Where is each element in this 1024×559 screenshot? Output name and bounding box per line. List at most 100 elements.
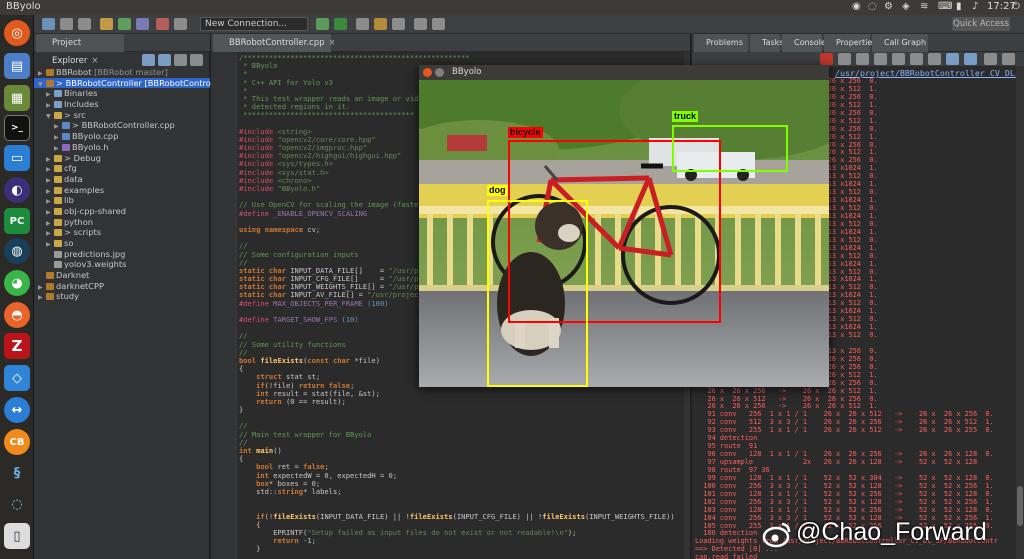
filezilla-icon[interactable]: Z: [4, 333, 30, 359]
open-console-icon[interactable]: [964, 53, 977, 65]
debug-icon[interactable]: [136, 18, 149, 30]
run-icon[interactable]: [118, 18, 131, 30]
launch-run-icon[interactable]: [316, 18, 329, 30]
dropbox-icon[interactable]: ◇: [4, 365, 30, 391]
wifi-icon[interactable]: ≋: [920, 1, 928, 12]
terminate-icon[interactable]: [820, 53, 833, 65]
link-icon[interactable]: [174, 18, 187, 30]
tree-item[interactable]: ▶ obj-cpp-shared: [34, 206, 210, 217]
bbyolo-window[interactable]: BByolo bicycle truck dog: [419, 65, 829, 387]
tab-tasks[interactable]: Tasks: [750, 34, 783, 52]
document-viewer-icon[interactable]: ▯: [4, 523, 30, 549]
bookmark-icon[interactable]: [392, 18, 405, 30]
forward-icon[interactable]: [432, 18, 445, 30]
teamviewer-icon[interactable]: ↔: [4, 397, 30, 423]
codeblocks-icon[interactable]: CB: [4, 429, 30, 455]
system-monitor-icon[interactable]: ▦: [4, 85, 30, 111]
tree-item[interactable]: predictions.jpg: [34, 249, 210, 260]
tree-item[interactable]: Darknet: [34, 270, 210, 281]
pin-console-icon[interactable]: [928, 53, 941, 65]
tree-item[interactable]: ▶ lib: [34, 195, 210, 206]
terminal-icon[interactable]: >_: [4, 115, 30, 141]
clear-console-icon[interactable]: [874, 53, 887, 65]
tree-item[interactable]: ▶ study: [34, 291, 210, 302]
power-icon[interactable]: ⏻: [1012, 1, 1020, 12]
tree-item[interactable]: ▶ > Debug: [34, 153, 210, 164]
display-console-icon[interactable]: [946, 53, 959, 65]
settings-indicator-icon[interactable]: ⚙: [884, 1, 893, 12]
keyboard-indicator-icon[interactable]: ⌨: [938, 1, 952, 12]
battery-icon[interactable]: ▮: [956, 1, 962, 12]
bbyolo-title-bar[interactable]: BByolo: [419, 65, 829, 80]
console-scrollbar[interactable]: [1016, 66, 1024, 559]
tree-item[interactable]: ▶ > scripts: [34, 227, 210, 238]
network-tool-icon[interactable]: ◍: [4, 238, 30, 264]
view-menu-icon[interactable]: [174, 54, 187, 66]
tab-bbrobotcontroller-cpp[interactable]: BBRobotController.cpp ×: [213, 34, 336, 52]
wechat-icon[interactable]: ◕: [4, 270, 30, 296]
volume-icon[interactable]: ♪: [972, 1, 978, 12]
sync-indicator-icon[interactable]: ◌: [868, 1, 877, 12]
save-all-icon[interactable]: [78, 18, 91, 30]
scrollbar-thumb[interactable]: [1017, 486, 1023, 526]
tree-item[interactable]: ▶ Binaries: [34, 88, 210, 99]
tree-item[interactable]: ▼ > BBRobotController [BBRobotController_: [34, 77, 228, 89]
tree-item[interactable]: ▶ cfg: [34, 163, 210, 174]
eclipse-icon[interactable]: ◐: [4, 177, 30, 203]
tree-item[interactable]: ▼ > src: [34, 110, 210, 121]
files-icon[interactable]: ▤: [4, 53, 30, 79]
minimize-window-icon[interactable]: [435, 68, 444, 77]
code-line[interactable]: //: [239, 438, 689, 447]
firefox-icon[interactable]: ◓: [4, 302, 30, 328]
connection-select[interactable]: New Connection...: [200, 17, 308, 31]
tree-item[interactable]: yolov3.weights: [34, 259, 210, 270]
back-icon[interactable]: [414, 18, 427, 30]
tree-item[interactable]: ▶ BBRobot [BBRobot master]: [34, 67, 210, 78]
tree-item[interactable]: ▶ BByolo.h: [34, 142, 210, 153]
search-icon[interactable]: [356, 18, 369, 30]
chrome-indicator-icon[interactable]: ◉: [852, 1, 861, 12]
maximize-icon[interactable]: [1002, 53, 1015, 65]
code-line[interactable]: int main(): [239, 446, 689, 455]
save-icon[interactable]: [60, 18, 73, 30]
dropbox-indicator-icon[interactable]: ◈: [902, 1, 910, 12]
code-line[interactable]: }: [239, 405, 689, 414]
tab-console[interactable]: Console: [782, 34, 826, 52]
scroll-lock-icon[interactable]: [892, 53, 905, 65]
collapse-all-icon[interactable]: [142, 54, 155, 66]
code-line[interactable]: // Main test wrapper for BByolo: [239, 430, 689, 439]
collapsed-arrow-icon[interactable]: ▶: [38, 293, 46, 304]
remove-launch-icon[interactable]: [838, 53, 851, 65]
tree-item[interactable]: ▶ BByolo.cpp: [34, 131, 210, 142]
code-line[interactable]: std::string* labels;: [239, 487, 689, 496]
close-icon[interactable]: ×: [91, 56, 98, 66]
code-line[interactable]: [239, 553, 689, 559]
code-line[interactable]: [239, 496, 689, 504]
remote-desktop-icon[interactable]: ▭: [4, 145, 30, 171]
minimize-icon[interactable]: [190, 54, 203, 66]
tree-item[interactable]: ▶ python: [34, 217, 210, 228]
tab-call-graph[interactable]: Call Graph: [872, 34, 928, 52]
tree-item[interactable]: ▶ so: [34, 238, 210, 249]
code-line[interactable]: return -1;: [239, 536, 689, 545]
minimize-icon[interactable]: [984, 53, 997, 65]
word-wrap-icon[interactable]: [910, 53, 923, 65]
tree-item[interactable]: ▶ examples: [34, 185, 210, 196]
tab-project-explorer[interactable]: Project Explorer ×: [36, 34, 124, 66]
build-icon[interactable]: [100, 18, 113, 30]
code-line[interactable]: if(!fileExists(INPUT_DATA_FILE) || !file…: [239, 512, 689, 521]
swift-icon[interactable]: §: [4, 460, 30, 486]
code-line[interactable]: [239, 414, 689, 422]
tree-item[interactable]: ▶ Includes: [34, 99, 210, 110]
pycharm-icon[interactable]: PC: [4, 208, 30, 234]
new-icon[interactable]: [42, 18, 55, 30]
launch-icon[interactable]: [334, 18, 347, 30]
code-line[interactable]: /***************************************…: [239, 53, 689, 62]
close-icon[interactable]: ×: [329, 38, 336, 48]
tree-item[interactable]: ▶ data: [34, 174, 210, 185]
close-window-icon[interactable]: [423, 68, 432, 77]
open-type-icon[interactable]: [374, 18, 387, 30]
tab-problems[interactable]: Problems: [694, 34, 748, 52]
tree-item[interactable]: ▶ darknetCPP: [34, 281, 210, 292]
code-line[interactable]: }: [239, 545, 689, 553]
